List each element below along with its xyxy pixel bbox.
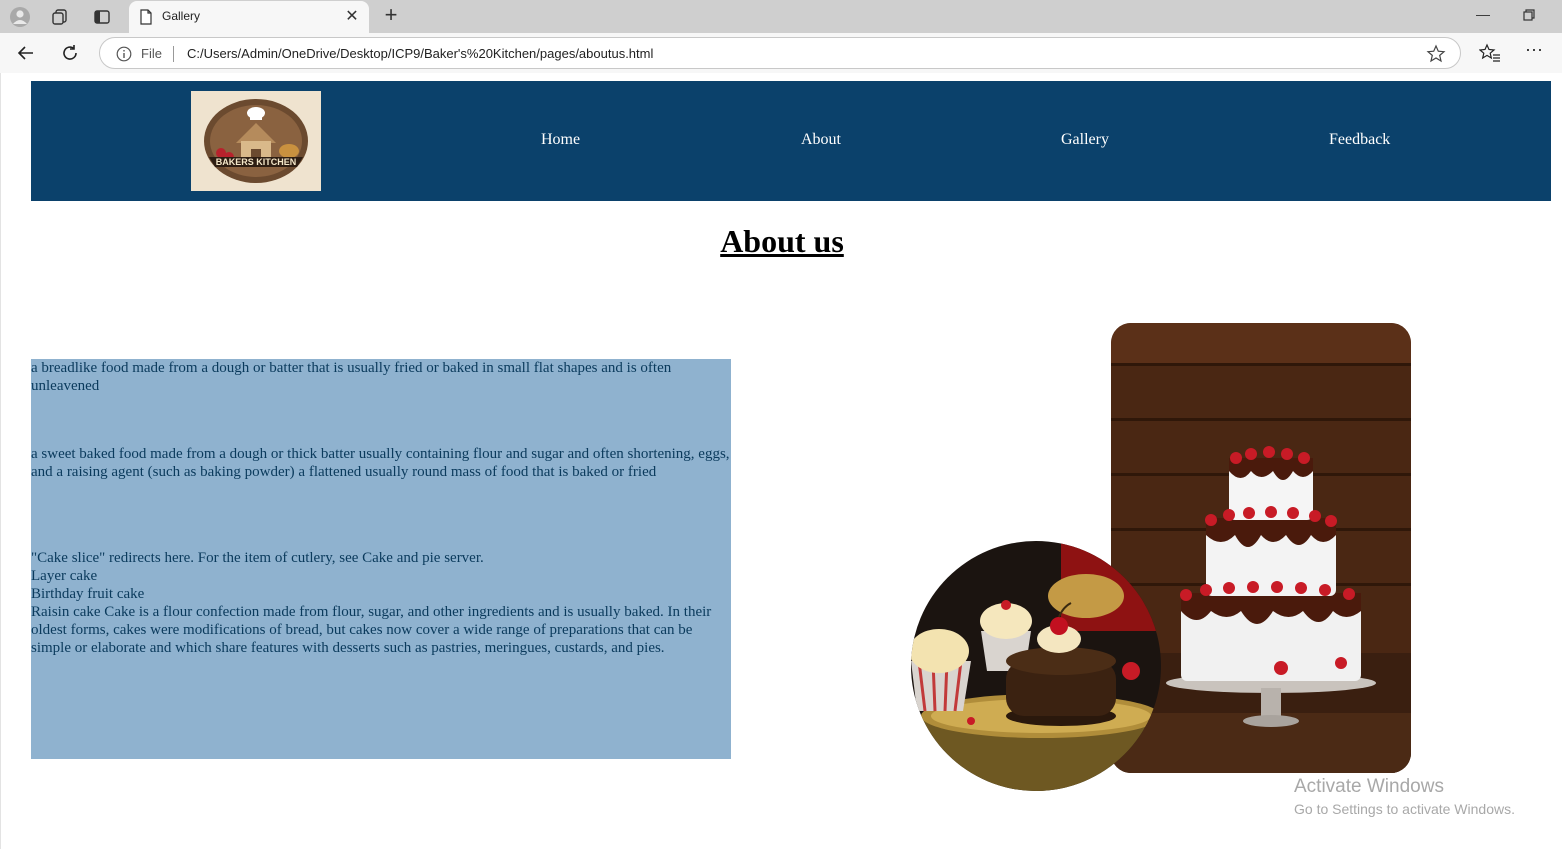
back-button[interactable] bbox=[14, 41, 38, 65]
favorites-icon[interactable] bbox=[1478, 43, 1501, 63]
about-paragraph-2: a sweet baked food made from a dough or … bbox=[31, 446, 730, 480]
about-paragraph-3: "Cake slice" redirects here. For the ite… bbox=[31, 549, 731, 657]
browser-tab-strip: Gallery ✕ + — bbox=[0, 0, 1562, 33]
close-tab-icon[interactable]: ✕ bbox=[343, 8, 361, 26]
about-text-box: a breadlike food made from a dough or ba… bbox=[31, 359, 731, 759]
new-tab-button[interactable]: + bbox=[380, 4, 402, 28]
browser-toolbar: File C:/Users/Admin/OneDrive/Desktop/ICP… bbox=[0, 33, 1562, 73]
favorite-star-icon[interactable] bbox=[1426, 44, 1446, 64]
vertical-tabs-icon[interactable] bbox=[89, 4, 115, 30]
address-separator bbox=[173, 46, 174, 62]
activate-windows-title: Activate Windows bbox=[1294, 776, 1444, 797]
page-viewport: BAKERS KITCHEN Home About Gallery Feedba… bbox=[0, 73, 1562, 849]
page-title: About us bbox=[720, 223, 844, 259]
page-icon bbox=[139, 9, 153, 30]
activate-windows-subtitle: Go to Settings to activate Windows. bbox=[1294, 801, 1515, 817]
nav-about-link[interactable]: About bbox=[801, 131, 841, 149]
about-line-raisin-cake: Raisin cake Cake is a flour confection m… bbox=[31, 604, 712, 656]
tiered-cake-photo bbox=[1111, 323, 1411, 773]
about-paragraph-1: a breadlike food made from a dough or ba… bbox=[31, 360, 672, 394]
nav-gallery-link[interactable]: Gallery bbox=[1061, 131, 1109, 149]
url-text[interactable]: C:/Users/Admin/OneDrive/Desktop/ICP9/Bak… bbox=[187, 46, 653, 61]
reload-button[interactable] bbox=[58, 41, 82, 65]
about-line-cake-slice: "Cake slice" redirects here. For the ite… bbox=[31, 550, 484, 566]
restore-button[interactable] bbox=[1518, 6, 1540, 26]
nav-feedback-link[interactable]: Feedback bbox=[1329, 131, 1390, 149]
more-options-icon[interactable]: ··· bbox=[1523, 40, 1545, 63]
about-line-birthday-cake: Birthday fruit cake bbox=[31, 586, 145, 602]
nav-home-link[interactable]: Home bbox=[541, 131, 580, 149]
file-scheme-label: File bbox=[141, 46, 162, 61]
site-navbar: BAKERS KITCHEN Home About Gallery Feedba… bbox=[31, 81, 1551, 201]
logo-text: BAKERS KITCHEN bbox=[216, 157, 297, 167]
active-tab[interactable]: Gallery ✕ bbox=[129, 1, 369, 33]
tab-title: Gallery bbox=[162, 9, 201, 23]
minimize-button[interactable]: — bbox=[1472, 6, 1494, 26]
info-icon[interactable] bbox=[116, 46, 132, 62]
bakers-kitchen-logo[interactable]: BAKERS KITCHEN bbox=[191, 91, 321, 191]
cupcakes-photo bbox=[911, 541, 1161, 791]
address-bar[interactable]: File C:/Users/Admin/OneDrive/Desktop/ICP… bbox=[99, 37, 1461, 69]
profile-icon[interactable] bbox=[7, 4, 33, 30]
about-line-layer-cake: Layer cake bbox=[31, 568, 98, 584]
workspaces-icon[interactable] bbox=[47, 4, 73, 30]
